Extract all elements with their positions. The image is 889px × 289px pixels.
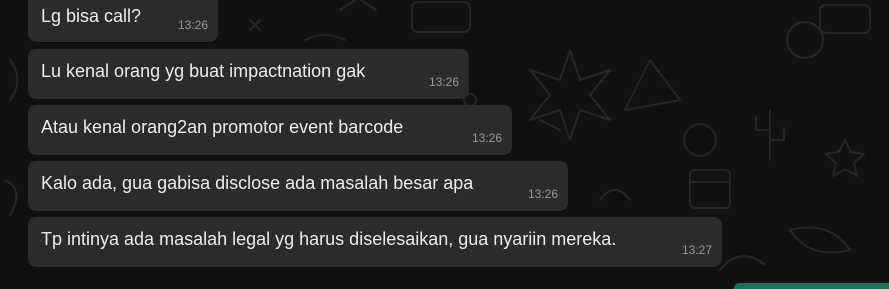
chat-area: Lg bisa call? 13:26 Lu kenal orang yg bu… — [0, 0, 889, 289]
outgoing-message-edge — [734, 283, 889, 289]
message-bubble[interactable]: Tp intinya ada masalah legal yg harus di… — [28, 217, 722, 267]
message-bubble[interactable]: Kalo ada, gua gabisa disclose ada masala… — [28, 161, 568, 211]
message-timestamp: 13:26 — [527, 187, 558, 201]
message-text: Atau kenal orang2an promotor event barco… — [41, 117, 404, 137]
message-timestamp: 13:26 — [428, 75, 459, 89]
message-text: Lu kenal orang yg buat impactnation gak — [41, 61, 366, 81]
message-text: Kalo ada, gua gabisa disclose ada masala… — [41, 173, 474, 193]
message-bubble[interactable]: Atau kenal orang2an promotor event barco… — [28, 105, 512, 155]
message-bubble[interactable]: Lg bisa call? 13:26 — [28, 0, 218, 42]
message-timestamp: 13:27 — [681, 243, 712, 257]
message-bubble[interactable]: Lu kenal orang yg buat impactnation gak … — [28, 49, 469, 99]
message-timestamp: 13:26 — [471, 131, 502, 145]
message-text: Tp intinya ada masalah legal yg harus di… — [41, 229, 617, 249]
message-timestamp: 13:26 — [177, 18, 208, 32]
message-text: Lg bisa call? — [41, 6, 142, 26]
